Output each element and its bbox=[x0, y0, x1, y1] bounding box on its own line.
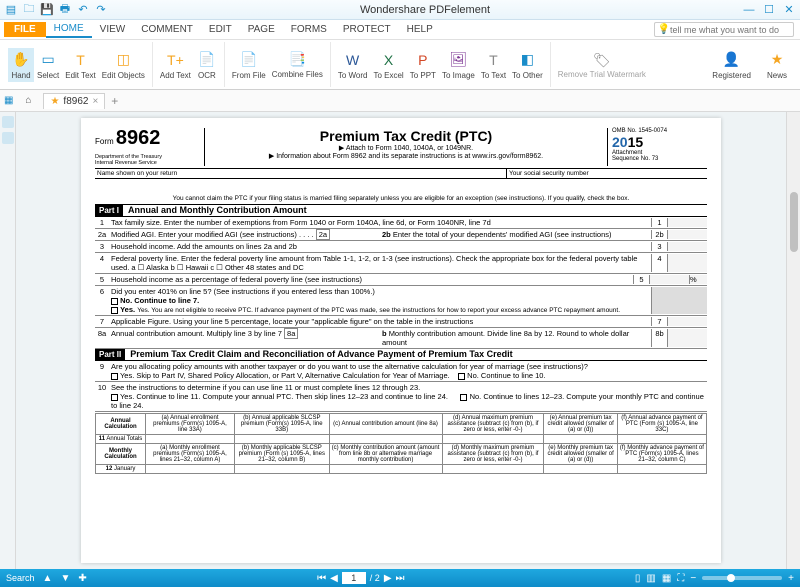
warning-text: You cannot claim the PTC if your filing … bbox=[95, 193, 707, 205]
thumbnail-panel-icon[interactable] bbox=[2, 116, 14, 128]
edit-objects-icon: ◫ bbox=[113, 50, 133, 70]
menu-forms[interactable]: FORMS bbox=[283, 22, 335, 37]
help-search[interactable]: 💡 bbox=[654, 22, 794, 37]
nav-down-icon[interactable]: ▼ bbox=[60, 573, 70, 584]
first-page-icon[interactable]: ⏮ bbox=[317, 573, 326, 584]
other-icon: ◧ bbox=[517, 50, 537, 70]
excel-icon: X bbox=[379, 50, 399, 70]
redo-icon[interactable]: ↷ bbox=[94, 3, 108, 17]
to-text-button[interactable]: TTo Text bbox=[478, 48, 509, 82]
nav-plus-icon[interactable]: ✚ bbox=[78, 573, 86, 584]
new-tab-button[interactable]: + bbox=[111, 94, 118, 108]
app-icon: ▤ bbox=[4, 3, 18, 17]
calculation-table: Annual Calculation(a) Annual enrollment … bbox=[95, 413, 707, 474]
add-text-button[interactable]: T+Add Text bbox=[157, 48, 194, 82]
image-icon: 🖼 bbox=[448, 50, 468, 70]
menu-page[interactable]: PAGE bbox=[240, 22, 283, 37]
dept-label: Department of the Treasury Internal Reve… bbox=[95, 154, 200, 166]
edit-text-button[interactable]: TEdit Text bbox=[62, 48, 99, 82]
status-search-label[interactable]: Search bbox=[6, 573, 35, 583]
favorite-icon: ★ bbox=[50, 96, 59, 107]
registered-button[interactable]: 👤Registered bbox=[709, 48, 754, 82]
pdf-page: Form 8962 Department of the Treasury Int… bbox=[81, 118, 721, 563]
next-page-icon[interactable]: ▶ bbox=[384, 573, 392, 584]
view-cont-icon[interactable]: ▥ bbox=[646, 573, 655, 584]
to-word-button[interactable]: WTo Word bbox=[335, 48, 371, 82]
last-page-icon[interactable]: ⏭ bbox=[396, 573, 405, 584]
menu-view[interactable]: VIEW bbox=[92, 22, 134, 37]
combine-button[interactable]: 📑Combine Files bbox=[269, 48, 326, 82]
panel-toggle-icon[interactable]: ▦ bbox=[4, 95, 13, 106]
ppt-icon: P bbox=[413, 50, 433, 70]
print-icon[interactable]: 🖶 bbox=[58, 3, 72, 17]
save-icon[interactable]: 💾 bbox=[40, 3, 54, 17]
open-icon[interactable]: 🗀 bbox=[22, 3, 36, 17]
document-tab[interactable]: ★ f8962 × bbox=[43, 93, 105, 109]
menu-file[interactable]: FILE bbox=[4, 22, 46, 37]
menu-edit[interactable]: EDIT bbox=[201, 22, 240, 37]
app-title: Wondershare PDFelement bbox=[108, 4, 742, 16]
tab-close-icon[interactable]: × bbox=[92, 96, 98, 107]
watermark-icon: 🏷 bbox=[592, 50, 612, 70]
maximize-icon[interactable]: ☐ bbox=[762, 3, 776, 17]
news-button[interactable]: ★News bbox=[764, 48, 790, 82]
fit-icon[interactable]: ⛶ bbox=[677, 573, 684, 584]
bookmark-panel-icon[interactable] bbox=[2, 132, 14, 144]
word-icon: W bbox=[343, 50, 363, 70]
menu-help[interactable]: HELP bbox=[399, 22, 441, 37]
menu-comment[interactable]: COMMENT bbox=[133, 22, 201, 37]
nav-up-icon[interactable]: ▲ bbox=[43, 573, 53, 584]
minimize-icon[interactable]: — bbox=[742, 3, 756, 17]
add-text-icon: T+ bbox=[165, 50, 185, 70]
zoom-slider[interactable] bbox=[702, 576, 782, 580]
help-search-input[interactable] bbox=[670, 25, 790, 35]
user-icon: 👤 bbox=[722, 50, 742, 70]
select-button[interactable]: ▭Select bbox=[34, 48, 62, 82]
menu-protect[interactable]: PROTECT bbox=[335, 22, 399, 37]
close-icon[interactable]: ✕ bbox=[782, 3, 796, 17]
combine-icon: 📑 bbox=[287, 50, 307, 70]
view-single-icon[interactable]: ▯ bbox=[635, 573, 641, 584]
edit-objects-button[interactable]: ◫Edit Objects bbox=[99, 48, 148, 82]
hand-button[interactable]: ✋Hand bbox=[8, 48, 34, 82]
from-file-button[interactable]: 📄From File bbox=[229, 48, 269, 82]
zoom-out-icon[interactable]: − bbox=[690, 573, 696, 584]
home-tab-icon[interactable]: ⌂ bbox=[19, 92, 37, 110]
undo-icon[interactable]: ↶ bbox=[76, 3, 90, 17]
document-tab-label: f8962 bbox=[63, 96, 88, 107]
view-two-icon[interactable]: ▦ bbox=[662, 573, 671, 584]
left-sidebar bbox=[0, 112, 16, 569]
to-ppt-button[interactable]: PTo PPT bbox=[407, 48, 439, 82]
page-total: / 2 bbox=[370, 573, 380, 583]
vertical-scrollbar[interactable] bbox=[786, 112, 800, 569]
to-excel-button[interactable]: XTo Excel bbox=[370, 48, 406, 82]
ocr-button[interactable]: 📄OCR bbox=[194, 48, 220, 82]
hand-icon: ✋ bbox=[11, 50, 31, 70]
edit-text-icon: T bbox=[71, 50, 91, 70]
from-file-icon: 📄 bbox=[239, 50, 259, 70]
to-image-button[interactable]: 🖼To Image bbox=[439, 48, 478, 82]
bulb-icon: 💡 bbox=[658, 24, 670, 35]
text-icon: T bbox=[483, 50, 503, 70]
star-icon: ★ bbox=[767, 50, 787, 70]
menu-home[interactable]: HOME bbox=[46, 21, 92, 38]
ocr-icon: 📄 bbox=[197, 50, 217, 70]
zoom-in-icon[interactable]: + bbox=[788, 573, 794, 584]
form-title: Premium Tax Credit (PTC) bbox=[209, 128, 603, 144]
prev-page-icon[interactable]: ◀ bbox=[330, 573, 338, 584]
remove-watermark-button[interactable]: 🏷Remove Trial Watermark bbox=[555, 48, 649, 81]
page-number-input[interactable] bbox=[342, 572, 366, 584]
to-other-button[interactable]: ◧To Other bbox=[509, 48, 546, 82]
select-icon: ▭ bbox=[38, 50, 58, 70]
